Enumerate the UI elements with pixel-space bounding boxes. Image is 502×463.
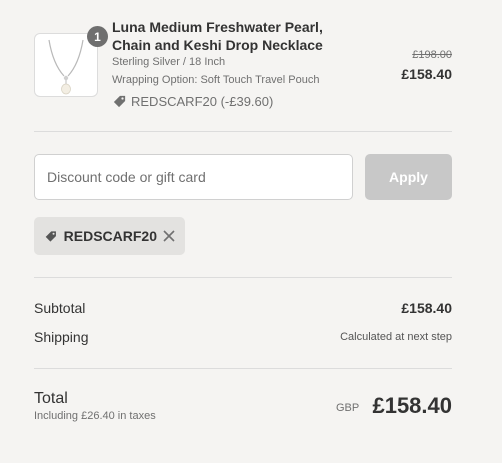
necklace-image — [48, 39, 84, 95]
shipping-label: Shipping — [34, 329, 89, 345]
tag-icon — [113, 95, 126, 108]
divider — [34, 277, 452, 278]
discount-code-input[interactable] — [34, 154, 353, 200]
original-price: £198.00 — [412, 49, 452, 61]
line-discount: REDSCARF20 (-£39.60) — [112, 94, 273, 109]
close-icon[interactable] — [163, 230, 175, 242]
subtotal-label: Subtotal — [34, 300, 86, 316]
product-thumbnail: 1 — [34, 26, 108, 97]
tax-note: Including £26.40 in taxes — [34, 410, 156, 422]
applied-discount-chip: REDSCARF20 — [34, 217, 185, 255]
divider — [34, 368, 452, 369]
apply-button[interactable]: Apply — [365, 154, 452, 200]
subtotal-value: £158.40 — [401, 300, 452, 316]
shipping-value: Calculated at next step — [340, 331, 452, 343]
quantity-badge: 1 — [87, 26, 108, 47]
line-item: 1 Luna Medium Freshwater Pearl, Chain an… — [34, 18, 452, 118]
total-amount: £158.40 — [372, 393, 452, 418]
total-label: Total — [34, 390, 68, 407]
divider — [34, 131, 452, 132]
currency-code: GBP — [336, 402, 360, 414]
tag-icon — [45, 230, 56, 242]
applied-code-label: REDSCARF20 — [63, 228, 157, 244]
wrapping-option: Wrapping Option: Soft Touch Travel Pouch — [112, 74, 320, 86]
product-variant: Sterling Silver / 18 Inch — [112, 56, 226, 68]
product-name: Luna Medium Freshwater Pearl, Chain and … — [112, 19, 323, 53]
line-discount-text: REDSCARF20 (-£39.60) — [131, 94, 274, 109]
discounted-price: £158.40 — [401, 66, 452, 82]
